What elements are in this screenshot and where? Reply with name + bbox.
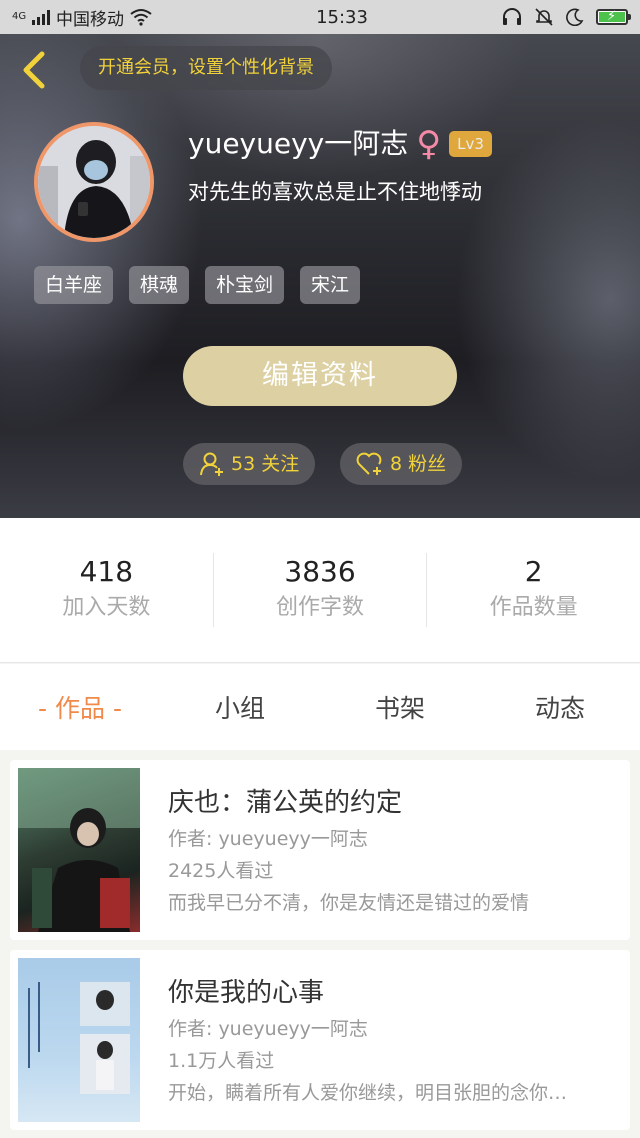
heart-add-icon <box>356 452 382 475</box>
list-item[interactable]: 庆也：蒲公英的约定 作者: yueyueyy一阿志 2425人看过 而我早已分不… <box>10 760 630 940</box>
level-badge: Lv3 <box>449 131 492 157</box>
tag-list: 白羊座 棋魂 朴宝剑 宋江 <box>34 266 361 304</box>
bio: 对先生的喜欢总是止不住地悸动 <box>188 180 482 204</box>
works-list: 庆也：蒲公英的约定 作者: yueyueyy一阿志 2425人看过 而我早已分不… <box>0 750 640 1138</box>
headset-icon <box>503 8 521 25</box>
work-description: 开始，瞒着所有人爱你继续，明目张胆的念你… <box>168 1082 568 1104</box>
add-user-icon <box>200 452 223 476</box>
work-author: 作者: yueyueyy一阿志 <box>168 1018 368 1040</box>
mute-bell-icon <box>535 8 553 26</box>
tab-activity[interactable]: 动态 <box>480 689 640 725</box>
fans-button[interactable]: 8 粉丝 <box>340 443 463 485</box>
profile-tabs: - 作品 - 小组 书架 动态 <box>0 664 640 750</box>
stat-label: 加入天数 <box>62 595 151 620</box>
edit-profile-button[interactable]: 编辑资料 <box>183 346 457 406</box>
tab-groups[interactable]: 小组 <box>160 689 320 725</box>
stat-label: 作品数量 <box>489 595 578 620</box>
carrier-label: 中国移动 <box>56 9 124 30</box>
stat-works-count: 2 作品数量 <box>426 553 640 627</box>
following-count: 53 关注 <box>231 453 300 475</box>
profile-header: 4G 中国移动 15:33 ⚡ 开通会员，设置个性化背景 yueyueyy一阿志… <box>0 0 640 518</box>
work-title: 你是我的心事 <box>168 978 325 1008</box>
chevron-left-icon[interactable] <box>16 48 52 92</box>
stat-value: 3836 <box>284 555 356 588</box>
tag: 白羊座 <box>34 266 114 304</box>
fans-count: 8 粉丝 <box>390 453 447 475</box>
battery-icon: ⚡ <box>596 9 631 25</box>
stats-bar: 418 加入天数 3836 创作字数 2 作品数量 <box>0 518 640 663</box>
username: yueyueyy一阿志 <box>188 127 409 160</box>
work-author: 作者: yueyueyy一阿志 <box>168 828 368 850</box>
wifi-icon <box>130 9 152 26</box>
moon-icon <box>566 8 584 26</box>
tag: 棋魂 <box>129 266 190 304</box>
female-icon: ♀ <box>416 124 442 164</box>
clock: 15:33 <box>316 6 368 28</box>
stat-word-count: 3836 创作字数 <box>212 553 427 627</box>
avatar[interactable] <box>34 122 154 242</box>
book-cover <box>18 768 140 932</box>
status-bar: 4G 中国移动 15:33 ⚡ <box>0 0 640 34</box>
stat-value: 2 <box>524 555 543 588</box>
tag: 宋江 <box>300 266 361 304</box>
work-views: 1.1万人看过 <box>168 1050 275 1072</box>
stat-value: 418 <box>79 555 134 588</box>
tab-bookshelf[interactable]: 书架 <box>320 689 480 725</box>
tab-works[interactable]: - 作品 - <box>0 689 160 725</box>
stat-label: 创作字数 <box>276 595 365 620</box>
signal-icon <box>32 9 50 25</box>
list-item[interactable]: 你是我的心事 作者: yueyueyy一阿志 1.1万人看过 开始，瞒着所有人爱… <box>10 950 630 1130</box>
tag: 朴宝剑 <box>205 266 285 304</box>
username-row: yueyueyy一阿志 ♀ Lv3 <box>188 124 492 164</box>
stat-days-joined: 418 加入天数 <box>0 553 213 627</box>
work-title: 庆也：蒲公英的约定 <box>168 788 403 818</box>
vip-promo-button[interactable]: 开通会员，设置个性化背景 <box>80 46 332 90</box>
work-description: 而我早已分不清，你是友情还是错过的爱情 <box>168 892 530 914</box>
work-views: 2425人看过 <box>168 860 274 882</box>
book-cover <box>18 958 140 1122</box>
network-type: 4G <box>12 11 27 22</box>
following-button[interactable]: 53 关注 <box>183 443 316 485</box>
